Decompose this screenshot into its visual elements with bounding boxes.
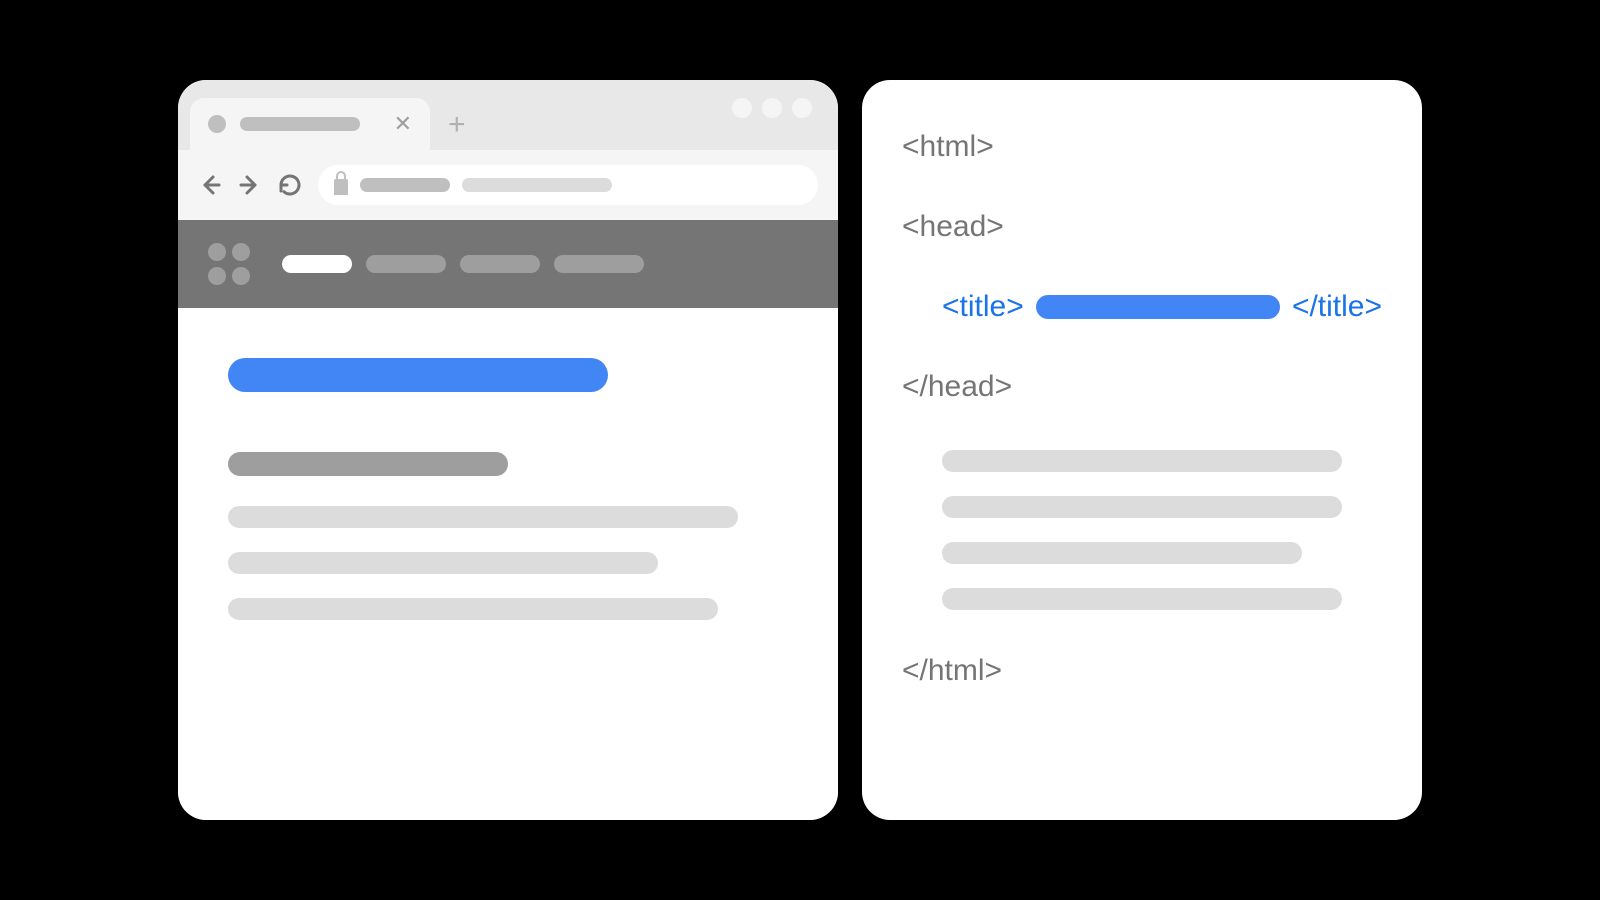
window-control-dot[interactable]	[762, 98, 782, 118]
back-icon[interactable]	[198, 173, 222, 197]
body-line-placeholder	[942, 588, 1342, 610]
url-segment	[360, 178, 450, 192]
forward-icon[interactable]	[238, 173, 262, 197]
window-control-dot[interactable]	[732, 98, 752, 118]
url-segment	[462, 178, 612, 192]
nav-item[interactable]	[366, 255, 446, 273]
window-controls	[732, 98, 826, 132]
nav-item-active[interactable]	[282, 255, 352, 273]
nav-item[interactable]	[554, 255, 644, 273]
site-nav	[282, 255, 644, 273]
text-line-placeholder	[228, 598, 718, 620]
code-html-open: <html>	[902, 130, 1382, 164]
address-bar[interactable]	[318, 165, 818, 205]
toolbar-row	[178, 150, 838, 220]
page-subtitle-placeholder	[228, 452, 508, 476]
tab-title-placeholder	[240, 117, 360, 131]
lock-icon	[334, 179, 348, 195]
browser-mockup: ✕ +	[178, 80, 838, 820]
new-tab-icon[interactable]: +	[430, 110, 484, 150]
page-title-placeholder	[228, 358, 608, 392]
nav-item[interactable]	[460, 255, 540, 273]
site-header	[178, 220, 838, 308]
text-line-placeholder	[228, 506, 738, 528]
page-content	[178, 308, 838, 820]
code-panel: <html> <head> <title> </title> </head> <…	[862, 80, 1422, 820]
reload-icon[interactable]	[278, 173, 302, 197]
browser-tab[interactable]: ✕	[190, 98, 430, 150]
body-line-placeholder	[942, 496, 1342, 518]
close-tab-icon[interactable]: ✕	[394, 113, 412, 135]
favicon-placeholder	[208, 115, 226, 133]
body-line-placeholder	[942, 450, 1342, 472]
title-content-placeholder	[1036, 295, 1280, 319]
code-head-close: </head>	[902, 370, 1382, 404]
code-html-close: </html>	[902, 654, 1382, 688]
tab-strip: ✕ +	[178, 80, 838, 150]
code-title-line: <title> </title>	[902, 290, 1382, 324]
window-control-dot[interactable]	[792, 98, 812, 118]
text-line-placeholder	[228, 552, 658, 574]
body-line-placeholder	[942, 542, 1302, 564]
code-title-close: </title>	[1292, 290, 1382, 324]
code-title-open: <title>	[942, 290, 1024, 324]
code-head-open: <head>	[902, 210, 1382, 244]
logo-icon	[208, 243, 250, 285]
